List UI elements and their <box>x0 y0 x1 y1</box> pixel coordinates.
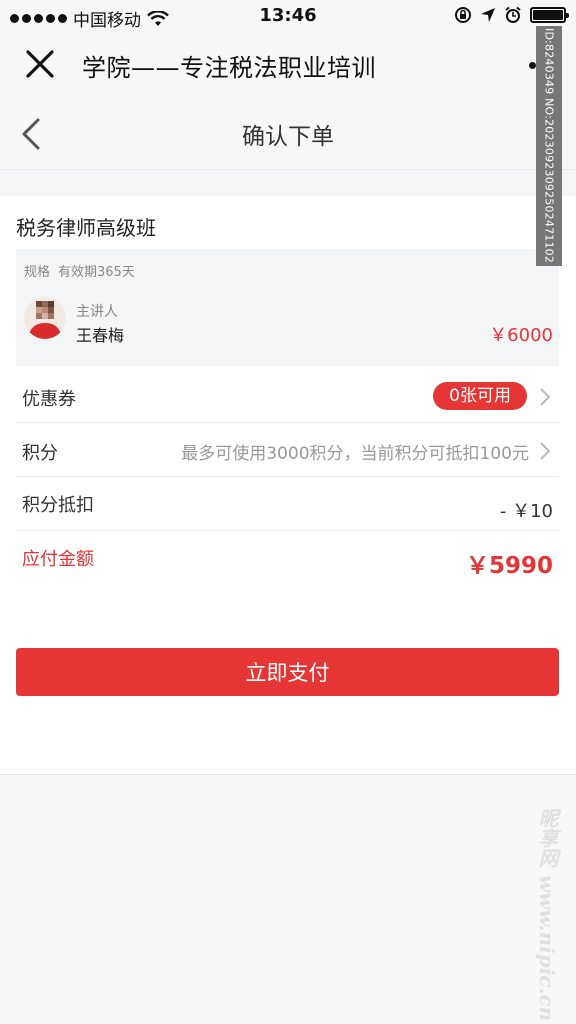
status-right <box>454 6 569 24</box>
chevron-right-icon <box>540 388 551 406</box>
rotation-lock-icon <box>455 7 471 23</box>
close-icon[interactable] <box>22 46 58 82</box>
spec-label: 规格 <box>24 265 51 280</box>
battery-icon <box>530 7 569 23</box>
status-bar: 中国移动 13:46 <box>0 0 576 32</box>
course-price: ￥6000 <box>489 325 553 346</box>
pay-now-button[interactable]: 立即支付 <box>16 648 559 696</box>
location-icon <box>481 8 495 22</box>
coupon-badge[interactable]: 0张可用 <box>433 382 527 410</box>
payable-value: ￥5990 <box>465 553 553 579</box>
course-card: 规格 有效期365天 主讲人 王春梅 ￥6000 <box>16 249 559 366</box>
lecturer-name: 王春梅 <box>76 326 125 345</box>
course-spec: 规格 有效期365天 <box>24 261 135 280</box>
points-label: 积分 <box>22 443 58 464</box>
payable-row: 应付金额 ￥5990 <box>16 531 559 585</box>
course-title: 税务律师高级班 <box>16 216 156 240</box>
chevron-right-icon <box>540 442 551 460</box>
avatar <box>24 297 66 339</box>
id-watermark: ID:8240349 NO:20230923092502471102 <box>536 26 562 266</box>
avatar-image <box>24 297 66 339</box>
deduct-label: 积分抵扣 <box>22 495 94 516</box>
spec-value: 有效期365天 <box>58 265 135 280</box>
page-nav: 确认下单 <box>0 98 576 170</box>
deduct-row: 积分抵扣 - ￥10 <box>16 477 559 531</box>
order-content: 税务律师高级班 规格 有效期365天 主讲人 王春梅 ￥6000 优惠券 0张可… <box>0 196 576 774</box>
wechat-header: 学院——专注税法职业培训 <box>0 32 576 98</box>
deduct-value: - ￥10 <box>499 501 553 522</box>
wechat-title: 学院——专注税法职业培训 <box>82 54 376 82</box>
coupon-label: 优惠券 <box>22 389 76 410</box>
points-hint: 最多可使用3000积分，当前积分可抵扣100元 <box>181 444 529 464</box>
coupon-row[interactable]: 优惠券 0张可用 <box>16 369 559 423</box>
alarm-icon <box>505 6 521 23</box>
payable-label: 应付金额 <box>22 549 94 570</box>
page-title: 确认下单 <box>242 124 334 150</box>
lecturer-label: 主讲人 <box>76 304 118 320</box>
bottom-area <box>0 774 576 1024</box>
site-watermark: 昵享网 www.nipic.cn <box>535 808 559 1022</box>
points-row[interactable]: 积分 最多可使用3000积分，当前积分可抵扣100元 <box>16 423 559 477</box>
